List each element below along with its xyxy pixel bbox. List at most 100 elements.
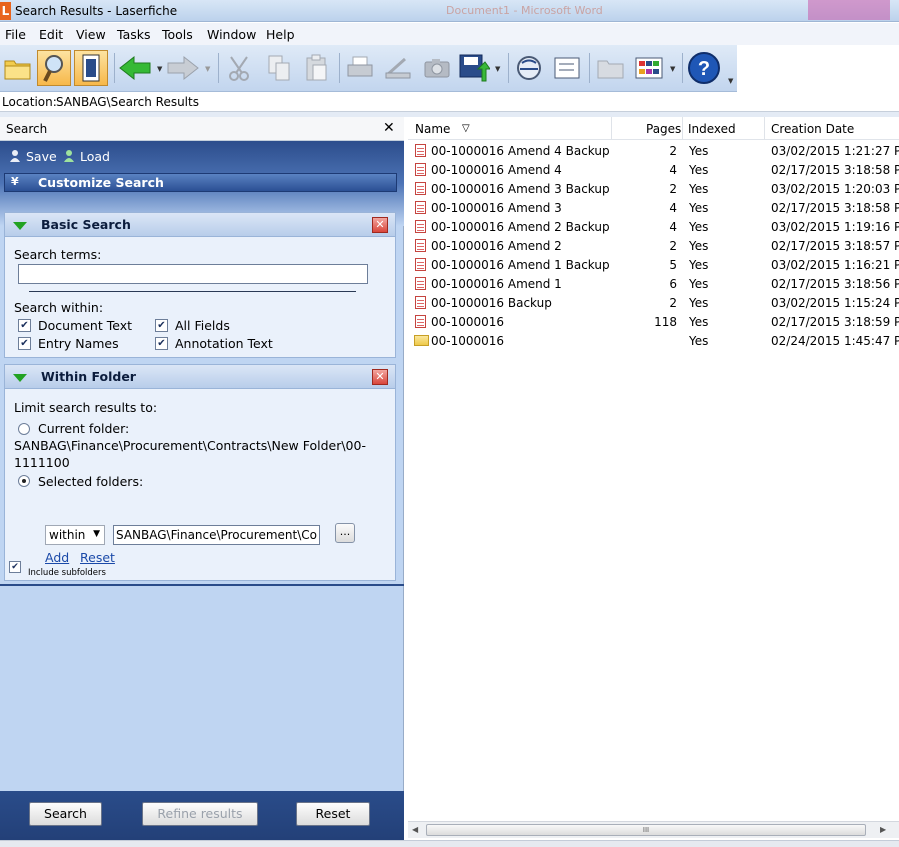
refine-results-button[interactable]: Refine results bbox=[142, 802, 258, 826]
document-row[interactable]: 00-1000016 Amend 2 2 Yes 02/17/2015 3:18:57… bbox=[408, 236, 899, 255]
document-row[interactable]: 00-1000016 Amend 2 Backup 4 Yes 03/02/2015 … bbox=[408, 217, 899, 236]
toolbar-overflow-icon[interactable]: ▼ bbox=[728, 77, 733, 85]
entry-name: 00-1000016 Amend 3 bbox=[431, 201, 562, 215]
window-close-button[interactable] bbox=[808, 0, 890, 20]
scroll-left-icon[interactable]: ◀ bbox=[412, 825, 418, 834]
entry-indexed: Yes bbox=[689, 315, 709, 329]
copy-icon[interactable] bbox=[262, 50, 296, 86]
entry-indexed: Yes bbox=[689, 334, 709, 348]
help-icon[interactable]: ? bbox=[687, 50, 721, 86]
menu-file[interactable]: File bbox=[5, 27, 26, 42]
import-dropdown-icon[interactable]: ▼ bbox=[495, 65, 500, 73]
folder-row[interactable]: 00-1000016 Yes 02/24/2015 1:45:47 PM bbox=[408, 331, 899, 350]
paste-icon[interactable] bbox=[300, 50, 334, 86]
column-pages[interactable]: Pages bbox=[646, 122, 681, 136]
menu-view[interactable]: View bbox=[76, 27, 106, 42]
save-label: Save bbox=[25, 149, 57, 164]
document-row[interactable]: 00-1000016 Amend 4 Backup 2 Yes 03/02/2015 … bbox=[408, 141, 899, 160]
folder-icon[interactable] bbox=[594, 50, 628, 86]
scanner-icon[interactable] bbox=[381, 50, 415, 86]
menu-tools[interactable]: Tools bbox=[162, 27, 193, 42]
folder-path-input[interactable]: SANBAG\Finance\Procurement\Co bbox=[113, 525, 320, 545]
import-icon[interactable] bbox=[457, 50, 491, 86]
remove-section-icon[interactable]: ✕ bbox=[372, 369, 388, 385]
search-pane-header: Search ✕ bbox=[0, 117, 404, 141]
menu-help[interactable]: Help bbox=[266, 27, 295, 42]
horizontal-scrollbar[interactable]: ◀ III ▶ bbox=[408, 821, 899, 838]
column-creation-date[interactable]: Creation Date bbox=[771, 122, 854, 136]
entry-names-checkbox[interactable]: ✔ bbox=[18, 337, 31, 350]
entry-creation-date: 03/02/2015 1:19:16 PM bbox=[771, 220, 899, 234]
within-folder-header[interactable]: Within Folder ✕ bbox=[5, 365, 395, 389]
current-folder-radio[interactable] bbox=[18, 423, 30, 435]
all-fields-checkbox[interactable]: ✔ bbox=[155, 319, 168, 332]
search-footer: Search Refine results Reset bbox=[0, 791, 404, 840]
save-search-button[interactable]: Save bbox=[8, 149, 57, 164]
location-value[interactable]: SANBAG\Search Results bbox=[56, 95, 199, 109]
camera-icon[interactable] bbox=[420, 50, 454, 86]
document-row[interactable]: 00-1000016 118 Yes 02/17/2015 3:18:59 PM bbox=[408, 312, 899, 331]
scroll-thumb[interactable]: III bbox=[426, 824, 866, 836]
load-search-button[interactable]: Load bbox=[62, 149, 110, 164]
within-dropdown[interactable]: within ▼ bbox=[45, 525, 105, 545]
browse-folder-button[interactable]: ... bbox=[335, 523, 355, 543]
reset-button[interactable]: Reset bbox=[296, 802, 370, 826]
column-name[interactable]: Name bbox=[415, 122, 450, 136]
current-folder-label: Current folder: bbox=[38, 421, 130, 436]
thumbnails-dropdown-icon[interactable]: ▼ bbox=[670, 65, 675, 73]
document-row[interactable]: 00-1000016 Amend 1 Backup 5 Yes 03/02/2015 … bbox=[408, 255, 899, 274]
back-dropdown-icon[interactable]: ▼ bbox=[157, 65, 162, 73]
document-row[interactable]: 00-1000016 Amend 1 6 Yes 02/17/2015 3:18:56… bbox=[408, 274, 899, 293]
customize-search-bar[interactable]: ¥ Customize Search bbox=[4, 173, 397, 192]
divider bbox=[29, 291, 356, 292]
menu-edit[interactable]: Edit bbox=[39, 27, 63, 42]
search-within-label: Search within: bbox=[14, 300, 104, 315]
forward-arrow-icon[interactable] bbox=[166, 50, 200, 86]
document-view-icon[interactable] bbox=[74, 50, 108, 86]
close-icon[interactable]: ✕ bbox=[383, 120, 395, 136]
annotation-text-checkbox[interactable]: ✔ bbox=[155, 337, 168, 350]
back-arrow-icon[interactable] bbox=[118, 50, 152, 86]
menu-tasks[interactable]: Tasks bbox=[117, 27, 151, 42]
selected-folders-radio[interactable] bbox=[18, 475, 30, 487]
document-row[interactable]: 00-1000016 Backup 2 Yes 03/02/2015 1:15:24 … bbox=[408, 293, 899, 312]
document-icon bbox=[415, 258, 426, 271]
load-label: Load bbox=[79, 149, 110, 164]
entry-name: 00-1000016 Amend 1 Backup bbox=[431, 258, 610, 272]
save-person-icon bbox=[10, 150, 20, 162]
document-icon bbox=[415, 277, 426, 290]
entry-pages: 5 bbox=[669, 258, 677, 272]
folders-icon[interactable] bbox=[1, 50, 35, 86]
entry-pages: 118 bbox=[654, 315, 677, 329]
entry-name: 00-1000016 bbox=[431, 315, 505, 329]
document-row[interactable]: 00-1000016 Amend 4 4 Yes 02/17/2015 3:18:58… bbox=[408, 160, 899, 179]
properties-icon[interactable] bbox=[550, 50, 584, 86]
document-row[interactable]: 00-1000016 Amend 3 Backup 2 Yes 03/02/2015 … bbox=[408, 179, 899, 198]
thumbnails-icon[interactable] bbox=[632, 50, 666, 86]
reset-folder-link[interactable]: Reset bbox=[80, 550, 115, 565]
document-icon bbox=[415, 144, 426, 157]
search-terms-input[interactable] bbox=[18, 264, 368, 284]
results-header: Name ▽ Pages Indexed Creation Date bbox=[408, 117, 899, 140]
add-folder-link[interactable]: Add bbox=[45, 550, 69, 565]
basic-search-header[interactable]: Basic Search ✕ bbox=[5, 213, 395, 237]
cut-icon[interactable] bbox=[223, 50, 257, 86]
column-indexed[interactable]: Indexed bbox=[688, 122, 736, 136]
web-access-icon[interactable] bbox=[512, 50, 546, 86]
document-row[interactable]: 00-1000016 Amend 3 4 Yes 02/17/2015 3:18:58… bbox=[408, 198, 899, 217]
search-button[interactable]: Search bbox=[29, 802, 102, 826]
remove-section-icon[interactable]: ✕ bbox=[372, 217, 388, 233]
forward-dropdown-icon[interactable]: ▼ bbox=[205, 65, 210, 73]
limit-results-label: Limit search results to: bbox=[14, 400, 158, 415]
scroll-right-icon[interactable]: ▶ bbox=[880, 825, 886, 834]
document-text-checkbox[interactable]: ✔ bbox=[18, 319, 31, 332]
within-folder-section: Within Folder ✕ Limit search results to:… bbox=[4, 364, 396, 581]
search-icon[interactable] bbox=[37, 50, 71, 86]
search-terms-label: Search terms: bbox=[14, 247, 102, 262]
collapse-triangle-icon[interactable] bbox=[13, 374, 27, 382]
menu-window[interactable]: Window bbox=[207, 27, 256, 42]
collapse-triangle-icon[interactable] bbox=[13, 222, 27, 230]
print-icon[interactable] bbox=[343, 50, 377, 86]
basic-search-title: Basic Search bbox=[41, 217, 131, 232]
include-subfolders-checkbox[interactable]: ✔ bbox=[9, 561, 21, 573]
